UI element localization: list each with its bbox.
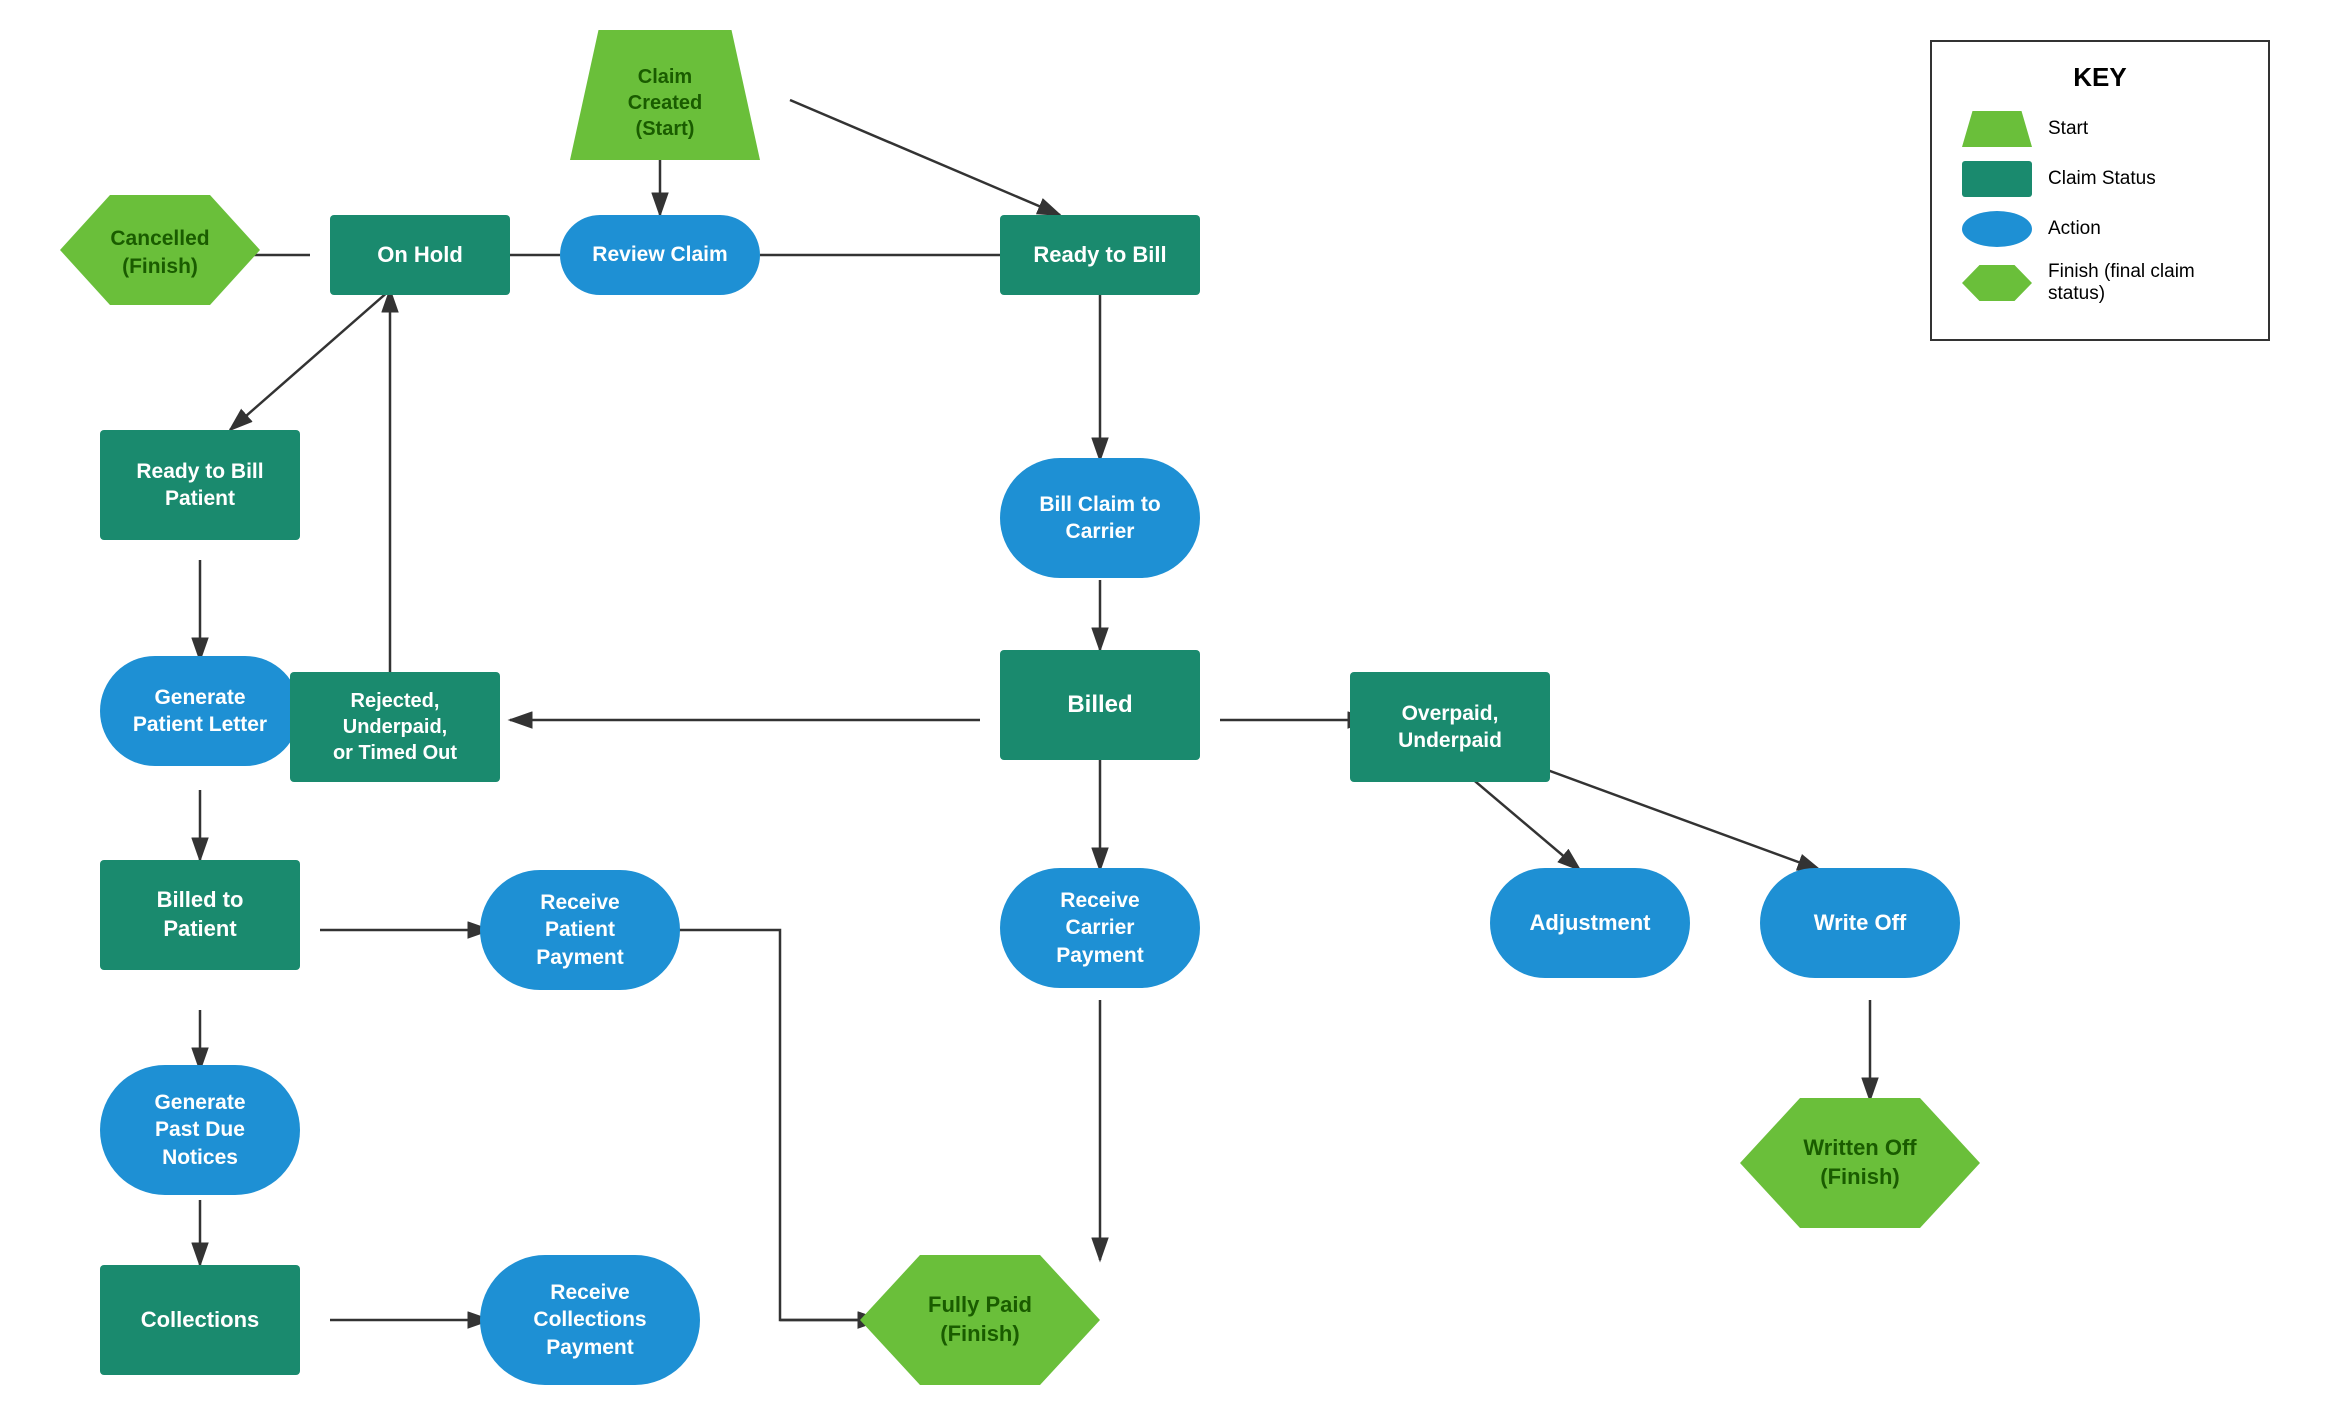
key-row-action: Action [1962,211,2238,247]
written-off-node: Written Off (Finish) [1740,1098,1980,1228]
receive-carrier-payment-node: Receive Carrier Payment [1000,868,1200,988]
bill-claim-to-carrier-node: Bill Claim to Carrier [1000,458,1200,578]
key-title: KEY [1962,62,2238,93]
review-claim-node: Review Claim [560,215,760,295]
write-off-node: Write Off [1760,868,1960,978]
cancelled-node: Cancelled (Finish) [60,195,260,305]
diagram-container: Claim Created (Start) On Hold Review Cla… [0,0,2330,1426]
key-shape-hexagon [1962,265,2032,301]
key-label-action: Action [2048,218,2101,240]
generate-patient-letter-node: Generate Patient Letter [100,656,300,766]
ready-to-bill-node: Ready to Bill [1000,215,1200,295]
ready-to-bill-patient-node: Ready to Bill Patient [100,430,300,540]
on-hold-node: On Hold [330,215,510,295]
key-label-finish: Finish (final claim status) [2048,261,2238,305]
adjustment-node: Adjustment [1490,868,1690,978]
collections-node: Collections [100,1265,300,1375]
receive-collections-payment-node: Receive Collections Payment [480,1255,700,1385]
billed-to-patient-node: Billed to Patient [100,860,300,970]
key-shape-ellipse [1962,211,2032,247]
claim-created-node: Claim Created (Start) [570,30,760,160]
receive-patient-payment-node: Receive Patient Payment [480,870,680,990]
key-box: KEY Start Claim Status Action Finish (fi… [1930,40,2270,341]
key-row-claim-status: Claim Status [1962,161,2238,197]
key-shape-trapezoid [1962,111,2032,147]
generate-past-due-node: Generate Past Due Notices [100,1065,300,1195]
fully-paid-node: Fully Paid (Finish) [860,1255,1100,1385]
key-row-finish: Finish (final claim status) [1962,261,2238,305]
key-row-start: Start [1962,111,2238,147]
rejected-underpaid-node: Rejected, Underpaid, or Timed Out [290,672,500,782]
key-shape-rect [1962,161,2032,197]
key-label-start: Start [2048,118,2088,140]
billed-node: Billed [1000,650,1200,760]
overpaid-underpaid-node: Overpaid, Underpaid [1350,672,1550,782]
key-label-claim-status: Claim Status [2048,168,2156,190]
